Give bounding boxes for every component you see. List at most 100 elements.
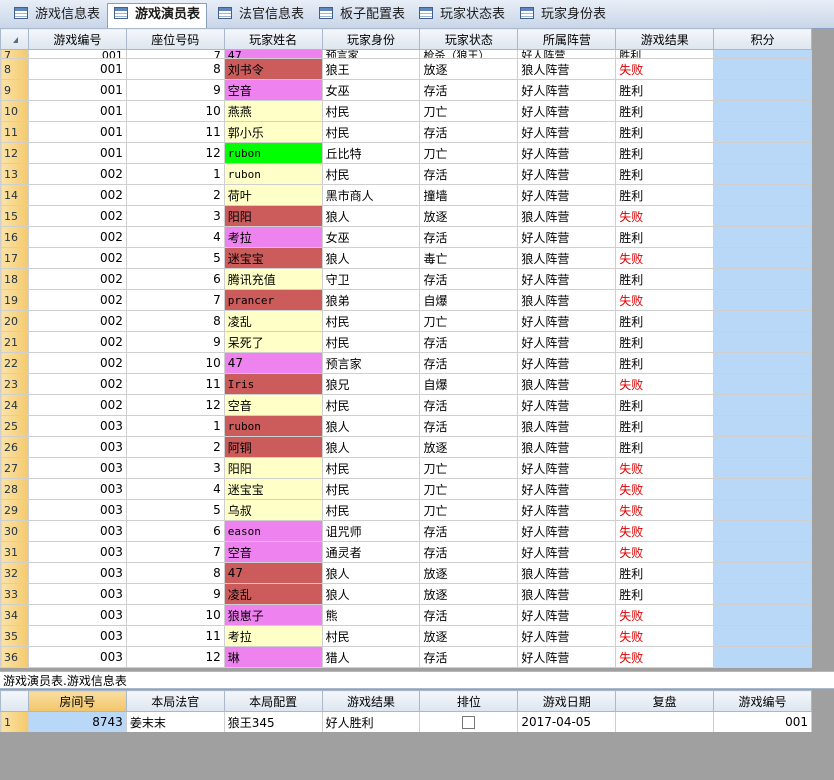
player-state-cell[interactable]: 存活	[419, 226, 519, 248]
row-number[interactable]: 32	[0, 562, 29, 584]
camp-cell[interactable]: 好人阵营	[517, 478, 617, 500]
table-row[interactable]: 14 002 2 荷叶 黑市商人 撞墙 好人阵营 胜利	[0, 184, 812, 206]
seat-number-cell[interactable]: 5	[125, 247, 225, 269]
player-state-cell[interactable]: 存活	[419, 352, 519, 374]
score-cell[interactable]	[713, 226, 812, 248]
seat-number-cell[interactable]: 12	[125, 394, 225, 416]
row-number[interactable]: 10	[0, 100, 29, 122]
score-cell[interactable]	[713, 646, 812, 668]
result-cell[interactable]: 失败	[615, 541, 715, 563]
player-state-cell[interactable]: 存活	[419, 79, 519, 101]
result-cell[interactable]: 失败	[615, 289, 715, 311]
player-name-cell[interactable]: 阳阳	[223, 457, 323, 479]
player-name-cell[interactable]: 刘书令	[223, 58, 323, 80]
game-date-cell[interactable]: 2017-04-05	[517, 711, 617, 732]
row-number[interactable]: 24	[0, 394, 29, 416]
camp-cell[interactable]: 好人阵营	[517, 268, 617, 290]
player-role-cell[interactable]: 狼兄	[321, 373, 421, 395]
row-number[interactable]: 7	[0, 49, 29, 59]
player-role-cell[interactable]: 村民	[321, 163, 421, 185]
player-state-cell[interactable]: 放逐	[419, 583, 519, 605]
player-state-cell[interactable]: 刀亡	[419, 310, 519, 332]
column-header[interactable]: 玩家姓名	[223, 28, 323, 50]
room-number-cell[interactable]: 8743	[27, 711, 127, 732]
score-cell[interactable]	[713, 163, 812, 185]
camp-cell[interactable]: 好人阵营	[517, 142, 617, 164]
player-name-cell[interactable]: 空音	[223, 541, 323, 563]
table-row[interactable]: 11 001 11 郭小乐 村民 存活 好人阵营 胜利	[0, 121, 812, 143]
camp-cell[interactable]: 狼人阵营	[517, 289, 617, 311]
column-header[interactable]: 积分	[713, 28, 812, 50]
subgrid-column-header[interactable]: 排位	[419, 690, 519, 712]
game-id-cell[interactable]: 003	[27, 415, 127, 437]
seat-number-cell[interactable]: 10	[125, 604, 225, 626]
seat-number-cell[interactable]: 5	[125, 499, 225, 521]
table-row[interactable]: 25 003 1 rubon 狼人 存活 狼人阵营 胜利	[0, 415, 812, 437]
camp-cell[interactable]: 狼人阵营	[517, 415, 617, 437]
tab-5[interactable]: 玩家状态表	[413, 4, 505, 26]
camp-cell[interactable]: 狼人阵营	[517, 247, 617, 269]
player-state-cell[interactable]: 枪杀（狼王）	[419, 49, 519, 59]
player-name-cell[interactable]: 考拉	[223, 226, 323, 248]
player-role-cell[interactable]: 村民	[321, 331, 421, 353]
table-row[interactable]: 33 003 9 凌乱 狼人 放逐 狼人阵营 胜利	[0, 583, 812, 605]
result-cell[interactable]: 胜利	[615, 352, 715, 374]
player-role-cell[interactable]: 村民	[321, 499, 421, 521]
player-name-cell[interactable]: Iris	[223, 373, 323, 395]
seat-number-cell[interactable]: 1	[125, 163, 225, 185]
subgrid-column-header[interactable]: 本局法官	[125, 690, 225, 712]
result-cell[interactable]: 胜利	[615, 562, 715, 584]
row-number[interactable]: 17	[0, 247, 29, 269]
game-id-cell[interactable]: 002	[27, 163, 127, 185]
row-number[interactable]: 18	[0, 268, 29, 290]
player-state-cell[interactable]: 放逐	[419, 562, 519, 584]
column-header[interactable]: 玩家身份	[321, 28, 421, 50]
player-name-cell[interactable]: 47	[223, 562, 323, 584]
player-state-cell[interactable]: 存活	[419, 268, 519, 290]
column-header[interactable]: 座位号码	[125, 28, 225, 50]
score-cell[interactable]	[713, 142, 812, 164]
game-id-cell[interactable]: 001	[27, 142, 127, 164]
row-number[interactable]: 20	[0, 310, 29, 332]
score-cell[interactable]	[713, 247, 812, 269]
game-id-cell[interactable]: 002	[27, 373, 127, 395]
camp-cell[interactable]: 好人阵营	[517, 79, 617, 101]
table-row[interactable]: 31 003 7 空音 通灵者 存活 好人阵营 失败	[0, 541, 812, 563]
player-name-cell[interactable]: 47	[223, 352, 323, 374]
table-row[interactable]: 21 002 9 呆死了 村民 存活 好人阵营 胜利	[0, 331, 812, 353]
player-state-cell[interactable]: 放逐	[419, 205, 519, 227]
player-role-cell[interactable]: 守卫	[321, 268, 421, 290]
table-row[interactable]: 13 002 1 rubon 村民 存活 好人阵营 胜利	[0, 163, 812, 185]
judge-cell[interactable]: 姜末末	[125, 711, 225, 732]
camp-cell[interactable]: 好人阵营	[517, 184, 617, 206]
row-number[interactable]: 9	[0, 79, 29, 101]
row-number[interactable]: 29	[0, 499, 29, 521]
player-role-cell[interactable]: 丘比特	[321, 142, 421, 164]
row-number[interactable]: 8	[0, 58, 29, 80]
seat-number-cell[interactable]: 6	[125, 520, 225, 542]
player-role-cell[interactable]: 女巫	[321, 226, 421, 248]
result-cell[interactable]: 胜利	[615, 100, 715, 122]
score-cell[interactable]	[713, 205, 812, 227]
table-row[interactable]: 18 002 6 腾讯充值 守卫 存活 好人阵营 胜利	[0, 268, 812, 290]
row-number[interactable]: 15	[0, 205, 29, 227]
result-cell[interactable]: 胜利	[615, 121, 715, 143]
camp-cell[interactable]: 好人阵营	[517, 226, 617, 248]
row-number[interactable]: 22	[0, 352, 29, 374]
table-row[interactable]: 17 002 5 迷宝宝 狼人 毒亡 狼人阵营 失败	[0, 247, 812, 269]
result-cell[interactable]: 失败	[615, 646, 715, 668]
camp-cell[interactable]: 狼人阵营	[517, 436, 617, 458]
game-id-cell[interactable]: 002	[27, 268, 127, 290]
player-name-cell[interactable]: 阿铜	[223, 436, 323, 458]
row-number[interactable]: 21	[0, 331, 29, 353]
game-id-cell[interactable]: 001	[27, 58, 127, 80]
column-header[interactable]: 游戏结果	[615, 28, 715, 50]
result-cell[interactable]: 失败	[615, 478, 715, 500]
game-id-cell[interactable]: 001	[27, 100, 127, 122]
player-state-cell[interactable]: 放逐	[419, 625, 519, 647]
game-id-cell[interactable]: 002	[27, 289, 127, 311]
table-row[interactable]: 20 002 8 凌乱 村民 刀亡 好人阵营 胜利	[0, 310, 812, 332]
player-role-cell[interactable]: 狼人	[321, 415, 421, 437]
game-id-cell[interactable]: 002	[27, 394, 127, 416]
subgrid-row[interactable]: 1 8743 姜末末 狼王345 好人胜利 2017-04-05 001	[0, 711, 812, 732]
